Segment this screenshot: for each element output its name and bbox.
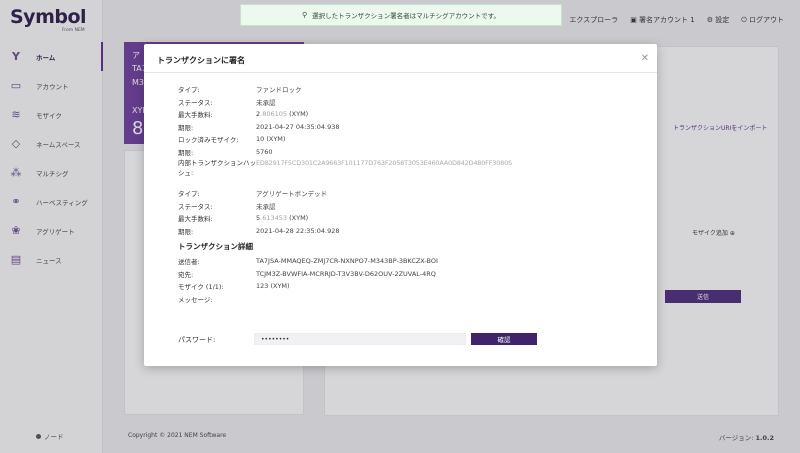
info-row: ステータス: 未承認 (178, 96, 648, 109)
row-value: アグリゲートボンデッド (256, 190, 328, 199)
row-value: 2021-04-27 04:35:04.938 (256, 122, 340, 131)
row-label: 最大手数料: (178, 215, 213, 224)
fee-decimals: .613453 (260, 214, 288, 223)
info-row: 内部トランザクションハッシュ: ED82917F5CD301C2A9663F101… (178, 158, 648, 179)
fee-value: 5.613453 (XYM) (256, 214, 308, 222)
row-label: タイプ: (178, 190, 200, 199)
pin-icon: ⚲ (302, 11, 308, 19)
row-label: タイプ: (178, 86, 200, 95)
password-input[interactable]: •••••••• (254, 333, 466, 345)
fee-unit: (XYM) (289, 110, 309, 119)
recipient-address: TCJM3Z-BVWFIA-MCRRJD-T3V3BV-D62OUV-2ZUVA… (256, 269, 436, 278)
close-icon[interactable]: ✕ (641, 53, 649, 64)
row-value: ED82917F5CD301C2A9663F101177D763F2058T30… (256, 159, 512, 167)
row-label: ステータス: (178, 202, 213, 211)
details-heading: トランザクション詳細 (178, 241, 253, 251)
row-value: 未承認 (256, 202, 276, 211)
sender-address: TA7JSA-MMAQEQ-ZMJ7CR-NXNPO7-M343BP-3BKCZ… (256, 257, 438, 266)
info-row: メッセージ: (178, 293, 648, 306)
row-label: 期限: (178, 227, 194, 236)
info-row: モザイク (1/1): 123 (XYM) (178, 280, 648, 293)
info-row: 期限: 2021-04-27 04:35:04.938 (178, 121, 648, 134)
row-value: 5760 (256, 147, 273, 156)
row-label: 送信者: (178, 258, 200, 267)
sign-transaction-modal: トランザクションに署名 ✕ タイプ: ファンドロック ステータス: 未承認 最大手数… (144, 44, 657, 366)
info-row: 期限: 5760 (178, 146, 648, 159)
info-row: 宛先: TCJM3Z-BVWFIA-MCRRJD-T3V3BV-D62OUV-2Z… (178, 268, 648, 281)
row-label: メッセージ: (178, 295, 213, 304)
row-value: 2021-04-28 22:35:04.928 (256, 226, 340, 235)
toast-notification: ⚲ 選択したトランザクション署名者はマルチシグアカウントです。 (240, 4, 562, 26)
row-value: ファンドロック (256, 86, 302, 95)
info-row: 送信者: TA7JSA-MMAQEQ-ZMJ7CR-NXNPO7-M343BP-3… (178, 255, 648, 268)
row-label: モザイク (1/1): (178, 283, 224, 292)
mosaic-amount: 123 (XYM) (256, 282, 290, 291)
confirm-button[interactable]: 確認 (471, 333, 537, 345)
info-row: タイプ: ファンドロック (178, 83, 648, 96)
fee-decimals: .806105 (260, 110, 288, 119)
row-label: 期限: (178, 123, 194, 132)
row-label: ステータス: (178, 98, 213, 107)
row-label: 最大手数料: (178, 111, 213, 120)
fee-value: 2.806105 (XYM) (256, 110, 308, 118)
fee-unit: (XYM) (289, 214, 309, 223)
row-label: 期限: (178, 148, 194, 157)
info-row: ロック済みモザイク: 10 (XYM) (178, 133, 648, 146)
info-row: タイプ: アグリゲートボンデッド (178, 187, 648, 200)
info-row: 期限: 2021-04-28 22:35:04.928 (178, 225, 648, 238)
toast-text: 選択したトランザクション署名者はマルチシグアカウントです。 (312, 12, 500, 20)
modal-title: トランザクションに署名 (157, 56, 245, 65)
row-value: 未承認 (256, 98, 276, 107)
password-label: パスワード: (178, 336, 216, 344)
transaction-info: タイプ: ファンドロック ステータス: 未承認 最大手数料: 2.806105 (XY… (178, 83, 648, 305)
info-row: 最大手数料: 2.806105 (XYM) (178, 108, 648, 121)
info-row: 最大手数料: 5.613453 (XYM) (178, 212, 648, 225)
row-label: 内部トランザクションハッシュ: (178, 159, 256, 177)
divider (144, 72, 657, 73)
row-label: ロック済みモザイク: (178, 136, 239, 145)
row-value: 10 (XYM) (256, 135, 286, 144)
row-label: 宛先: (178, 270, 194, 279)
info-row: ステータス: 未承認 (178, 200, 648, 213)
